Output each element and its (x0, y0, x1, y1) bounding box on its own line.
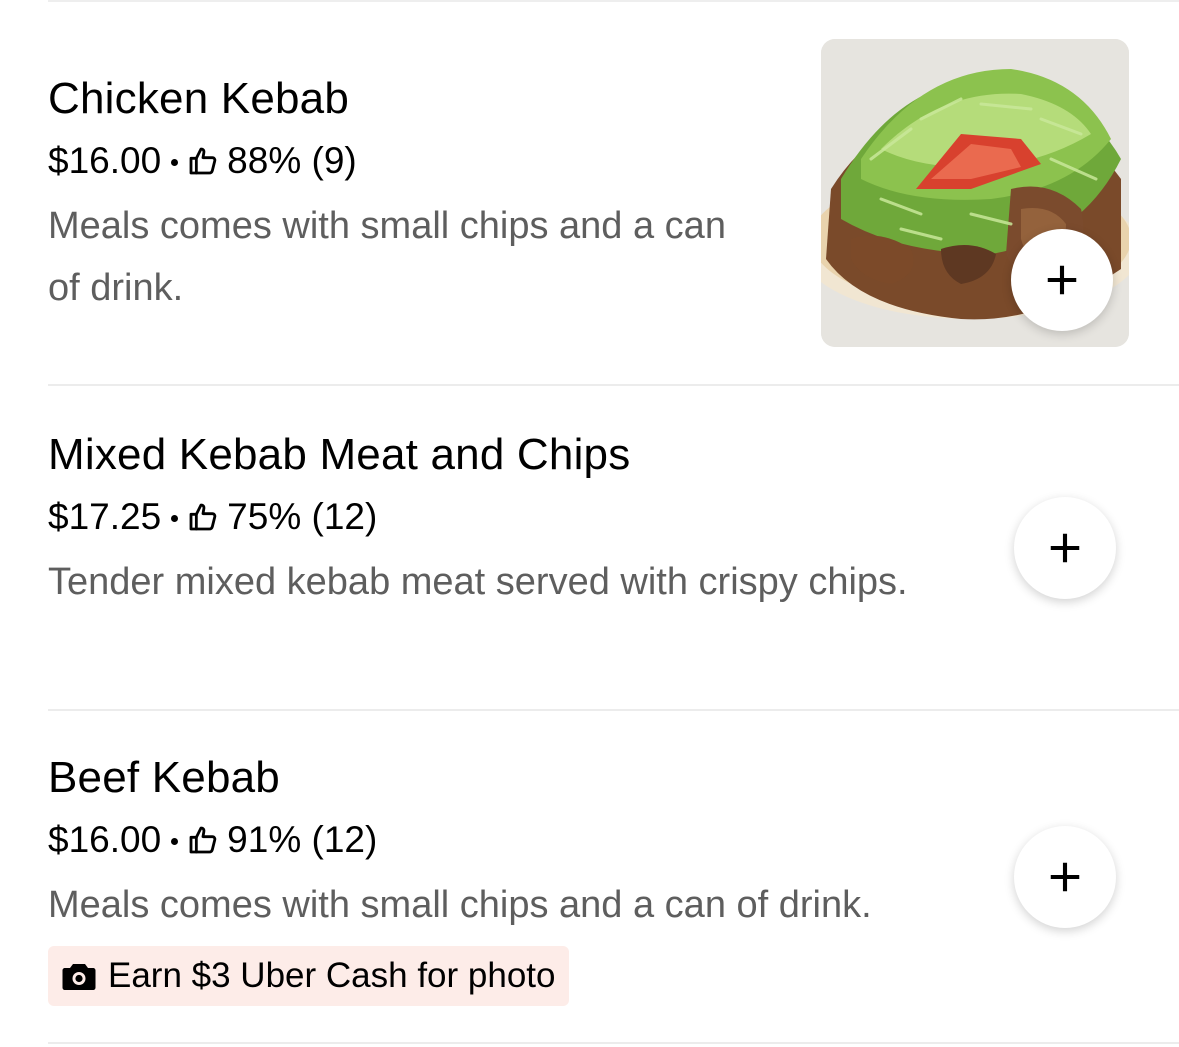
menu-item-mixed-kebab[interactable]: Mixed Kebab Meat and Chips $17.25 75% (1… (0, 386, 1179, 710)
item-price: $16.00 (48, 819, 162, 860)
item-title: Mixed Kebab Meat and Chips (48, 430, 631, 479)
item-description: Meals comes with small chips and a can o… (48, 884, 872, 926)
item-meta: $16.00 88% (9) (48, 140, 357, 182)
item-rating: 88% (9) (227, 140, 357, 181)
item-description: Tender mixed kebab meat served with cris… (48, 561, 908, 603)
add-to-cart-button[interactable] (1014, 497, 1116, 599)
thumbs-up-icon (189, 147, 217, 175)
item-rating: 75% (12) (227, 496, 378, 537)
earn-uber-cash-promo[interactable]: Earn $3 Uber Cash for photo (48, 946, 570, 1006)
item-price: $17.25 (48, 496, 162, 537)
plus-icon (1047, 265, 1077, 295)
promo-label: Earn $3 Uber Cash for photo (108, 956, 556, 995)
item-meta: $16.00 91% (12) (48, 819, 377, 861)
item-price: $16.00 (48, 140, 162, 181)
thumbs-up-icon (189, 503, 217, 531)
separator-dot (171, 837, 179, 845)
food-photo[interactable] (821, 39, 1129, 347)
plus-icon (1050, 533, 1080, 563)
camera-icon (62, 964, 96, 990)
item-divider (48, 1042, 1179, 1044)
menu-item-chicken-kebab[interactable]: Chicken Kebab $16.00 88% (9) Meals comes… (0, 0, 1179, 386)
thumbs-up-icon (189, 826, 217, 854)
item-rating: 91% (12) (227, 819, 378, 860)
separator-dot (171, 514, 179, 522)
add-to-cart-button[interactable] (1011, 229, 1113, 331)
item-description: Meals comes with small chips and a can o… (48, 205, 726, 309)
separator-dot (171, 158, 179, 166)
add-to-cart-button[interactable] (1014, 826, 1116, 928)
item-title: Chicken Kebab (48, 74, 350, 123)
plus-icon (1050, 862, 1080, 892)
item-meta: $17.25 75% (12) (48, 496, 377, 538)
item-title: Beef Kebab (48, 753, 280, 802)
